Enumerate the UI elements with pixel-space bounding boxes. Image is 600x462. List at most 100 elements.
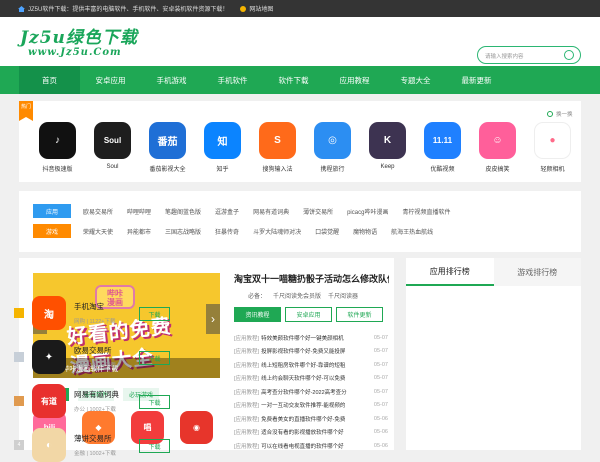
news-category[interactable]: [应用教程] [234, 347, 259, 355]
app-name[interactable]: Keep [360, 164, 415, 170]
news-category[interactable]: [应用教程] [234, 334, 259, 342]
game-category-link[interactable]: 狂暴传奇 [215, 227, 239, 236]
download-button[interactable]: 下载 [139, 395, 170, 409]
news-tab[interactable]: 软件更新 [336, 307, 383, 322]
ranking-item[interactable]: 有道 网易有道词典 办公 | 1002+下载 下载 [14, 384, 170, 418]
ranking-item[interactable]: 4 ◐ 薄饼交易所 金融 | 1002+下载 下载 [14, 428, 170, 462]
app-tile[interactable]: 11.11 优酷视频 [415, 122, 470, 173]
ranking-item[interactable]: 淘手机淘宝 网购 | 1122+下载 下载 [14, 296, 170, 330]
app-name[interactable]: 网易有道词典 [74, 389, 119, 400]
app-category-label[interactable]: 应用 [33, 204, 71, 218]
pipi-icon[interactable]: ☺ [479, 122, 516, 159]
game-category-link[interactable]: 三国志战略版 [165, 227, 201, 236]
news-title[interactable]: 适合没有看的影视播放软件哪个好 [261, 428, 372, 436]
app-category-link[interactable]: 欧易交易所 [83, 207, 113, 216]
game-category-label[interactable]: 游戏 [33, 224, 71, 238]
app-name[interactable]: 抖音极速版 [30, 164, 85, 173]
news-category[interactable]: [应用教程] [234, 415, 259, 423]
news-tab[interactable]: 资讯教程 [234, 307, 281, 322]
news-category[interactable]: [应用教程] [234, 401, 259, 409]
nav-item[interactable]: 首页 [19, 66, 80, 94]
sitemap-link[interactable]: 网站地图 [240, 4, 273, 13]
news-category[interactable]: [应用教程] [234, 388, 259, 396]
app-tile[interactable]: S 搜狗输入法 [250, 122, 305, 173]
news-item[interactable]: [应用教程] 高考查分软件哪个好-2022高考查分 05-07 [234, 385, 388, 399]
news-item[interactable]: [应用教程] 适合没有看的影视播放软件哪个好 05-06 [234, 426, 388, 440]
news-title[interactable]: 特效美颜软件哪个好一键美颜相机 [261, 334, 372, 342]
game-category-link[interactable]: 航海王热血航线 [391, 227, 433, 236]
app-tile[interactable]: ♪ 抖音极速版 [30, 122, 85, 173]
news-title[interactable]: 线上短租房软件哪个好-靠谱的短租 [261, 361, 372, 369]
app-tile[interactable]: Soul Soul [85, 122, 140, 173]
news-title[interactable]: 投屏影视软件哪个好-免费又能投屏 [261, 347, 372, 355]
news-item[interactable]: [应用教程] 免费看美女的直播软件哪个好-免费 05-06 [234, 412, 388, 426]
news-category[interactable]: [应用教程] [234, 428, 259, 436]
app-name[interactable]: 知乎 [195, 164, 250, 173]
app-name[interactable]: 薄饼交易所 [74, 433, 116, 444]
app-icon[interactable]: ◐ [32, 428, 66, 462]
search-icon[interactable] [564, 50, 574, 60]
app-name[interactable]: 手机淘宝 [74, 301, 116, 312]
netease-music-icon[interactable]: ◉ [180, 411, 213, 444]
game-category-link[interactable]: 口袋觉醒 [315, 227, 339, 236]
douyin-icon[interactable]: ♪ [39, 122, 76, 159]
news-headline[interactable]: 淘宝双十一喵糖扔骰子活动怎么修改队伍名字 [234, 272, 389, 285]
app-name[interactable]: 欧易交易所 [74, 345, 116, 356]
app-name[interactable]: 搜狗输入法 [250, 164, 305, 173]
app-tile[interactable]: K Keep [360, 122, 415, 173]
fanqie-icon[interactable]: 番茄 [149, 122, 186, 159]
app-category-link[interactable]: 青柠视频直播软件 [402, 207, 450, 216]
app-name[interactable]: 携程旅行 [305, 164, 360, 173]
news-category[interactable]: [应用教程] [234, 442, 259, 450]
news-title[interactable]: 免费看美女的直播软件哪个好-免费 [261, 415, 372, 423]
news-item[interactable]: [应用教程] 可以在线看电视直播的软件哪个好 05-06 [234, 439, 388, 453]
app-category-link[interactable]: 笔趣阁蓝色版 [165, 207, 201, 216]
download-button[interactable]: 下载 [139, 307, 170, 321]
app-category-link[interactable]: 网易有道词典 [253, 207, 289, 216]
game-category-link[interactable]: 魔物物语 [353, 227, 377, 236]
ranking-item[interactable]: ✦ 欧易交易所 金融 | 1051+下载 下载 [14, 340, 170, 374]
app-icon[interactable]: ✦ [32, 340, 66, 374]
nav-item[interactable]: 安卓应用 [80, 66, 141, 94]
news-sub-link[interactable]: 千尺阅读器 [328, 294, 358, 300]
news-title[interactable]: 高考查分软件哪个好-2022高考查分 [261, 388, 372, 396]
carousel-next-icon[interactable]: › [206, 304, 220, 334]
app-name[interactable]: 皮皮搞笑 [470, 164, 525, 173]
app-category-link[interactable]: 薄饼交易所 [303, 207, 333, 216]
news-item[interactable]: [应用教程] 线上短租房软件哪个好-靠谱的短租 05-07 [234, 358, 388, 372]
news-item[interactable]: [应用教程] 特效美颜软件哪个好一键美颜相机 05-07 [234, 331, 388, 345]
nav-item[interactable]: 软件下载 [263, 66, 324, 94]
app-name[interactable]: 优酷视频 [415, 164, 470, 173]
nav-item[interactable]: 应用教程 [324, 66, 385, 94]
app-category-link[interactable]: 哔哩哔哩 [127, 207, 151, 216]
sogou-icon[interactable]: S [259, 122, 296, 159]
app-name[interactable]: 轻颜相机 [525, 164, 580, 173]
app-tile[interactable]: ● 轻颜相机 [525, 122, 580, 173]
ranking-tab[interactable]: 游戏排行榜 [493, 258, 581, 286]
news-item[interactable]: [应用教程] 一对一互动交友软件推荐-能视频的 05-07 [234, 399, 388, 413]
news-title[interactable]: 线上约会聊天软件哪个好-可以免费 [261, 374, 372, 382]
news-tab[interactable]: 安卓应用 [285, 307, 332, 322]
app-tile[interactable]: ◎ 携程旅行 [305, 122, 360, 173]
ctrip-icon[interactable]: ◎ [314, 122, 351, 159]
qingyan-icon[interactable]: ● [534, 122, 571, 159]
app-icon[interactable]: 淘 [32, 296, 66, 330]
app-category-link[interactable]: 逗游盒子 [215, 207, 239, 216]
app-name[interactable]: 番茄影视大全 [140, 164, 195, 173]
zhihu-icon[interactable]: 知 [204, 122, 241, 159]
nav-item[interactable]: 手机游戏 [141, 66, 202, 94]
app-name[interactable]: Soul [85, 164, 140, 170]
download-button[interactable]: 下载 [139, 439, 170, 453]
keep-icon[interactable]: K [369, 122, 406, 159]
app-tile[interactable]: ☺ 皮皮搞笑 [470, 122, 525, 173]
game-category-link[interactable]: 荣耀大天使 [83, 227, 113, 236]
ranking-tab[interactable]: 应用排行榜 [406, 258, 494, 286]
news-title[interactable]: 一对一互动交友软件推荐-能视频的 [261, 401, 372, 409]
app-tile[interactable]: 番茄 番茄影视大全 [140, 122, 195, 173]
news-category[interactable]: [应用教程] [234, 361, 259, 369]
app-icon[interactable]: 有道 [32, 384, 66, 418]
news-title[interactable]: 可以在线看电视直播的软件哪个好 [261, 442, 372, 450]
app-tile[interactable]: 知知乎 [195, 122, 250, 173]
youku-icon[interactable]: 11.11 [424, 122, 461, 159]
download-button[interactable]: 下载 [139, 351, 170, 365]
